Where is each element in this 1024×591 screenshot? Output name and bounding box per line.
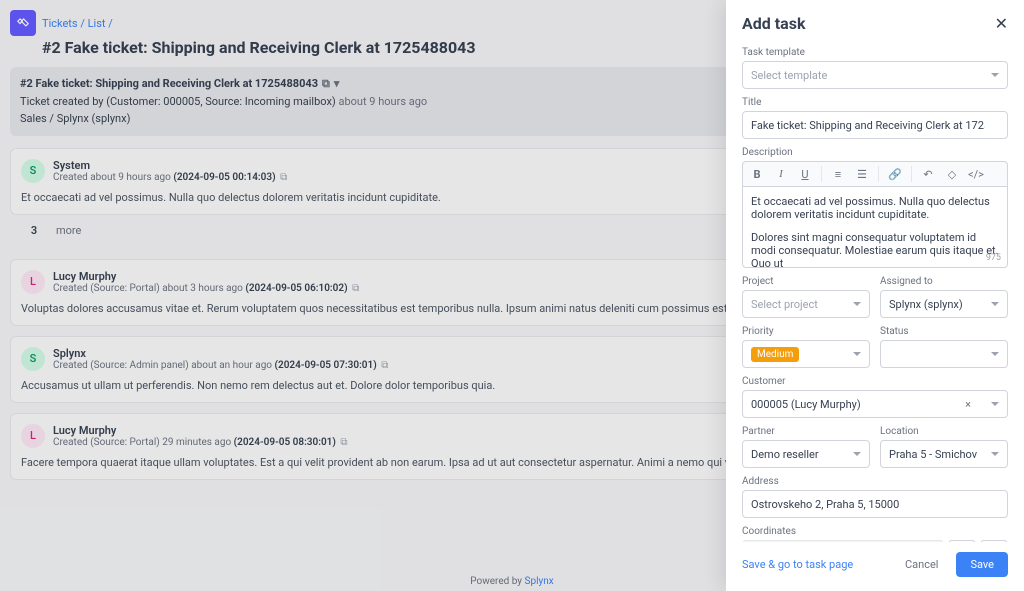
chevron-down-icon [991,452,999,456]
label-address: Address [742,476,1008,487]
add-task-panel: Add task ✕ Task template Select template… [726,0,1024,591]
cancel-button[interactable]: Cancel [895,552,948,577]
clear-icon[interactable]: × [965,398,971,411]
eraser-icon[interactable]: ◇ [944,168,960,181]
link-icon[interactable]: 🔗 [887,168,903,181]
label-status: Status [880,326,1008,337]
chevron-down-icon [853,452,861,456]
save-goto-link[interactable]: Save & go to task page [742,558,853,571]
label-priority: Priority [742,326,870,337]
customer-select[interactable]: 000005 (Lucy Murphy)× [742,390,1008,418]
editor-toolbar: B I U ≡ ☰ 🔗 ↶ ◇ </> [742,161,1008,186]
label-partner: Partner [742,426,870,437]
chevron-down-icon [991,73,999,77]
priority-badge: Medium [751,347,799,362]
code-icon[interactable]: </> [968,168,984,181]
list-unordered-icon[interactable]: ☰ [854,168,870,181]
save-button[interactable]: Save [956,552,1008,577]
assigned-select[interactable]: Splynx (splynx) [880,290,1008,318]
project-select[interactable]: Select project [742,290,870,318]
label-customer: Customer [742,376,1008,387]
description-editor[interactable]: Et occaecati ad vel possimus. Nulla quo … [742,186,1008,268]
undo-icon[interactable]: ↶ [920,168,936,181]
label-coordinates: Coordinates [742,526,1008,537]
close-icon[interactable]: ✕ [995,14,1008,33]
status-select[interactable] [880,340,1008,368]
panel-title: Add task [742,14,805,33]
priority-select[interactable]: Medium [742,340,870,368]
label-description: Description [742,147,1008,158]
bold-icon[interactable]: B [749,168,765,181]
location-select[interactable]: Praha 5 - Smichov [880,440,1008,468]
list-ordered-icon[interactable]: ≡ [830,168,846,181]
title-input[interactable] [742,111,1008,139]
partner-select[interactable]: Demo reseller [742,440,870,468]
underline-icon[interactable]: U [797,168,813,181]
chevron-down-icon [853,352,861,356]
label-location: Location [880,426,1008,437]
address-input[interactable] [742,490,1008,518]
template-select[interactable]: Select template [742,61,1008,89]
italic-icon[interactable]: I [773,168,789,180]
chevron-down-icon [853,302,861,306]
chevron-down-icon [991,352,999,356]
chevron-down-icon [991,302,999,306]
char-counter: 975 [986,253,1001,263]
label-project: Project [742,276,870,287]
label-title: Title [742,97,1008,108]
chevron-down-icon [991,402,999,406]
label-assigned: Assigned to [880,276,1008,287]
label-template: Task template [742,47,1008,58]
